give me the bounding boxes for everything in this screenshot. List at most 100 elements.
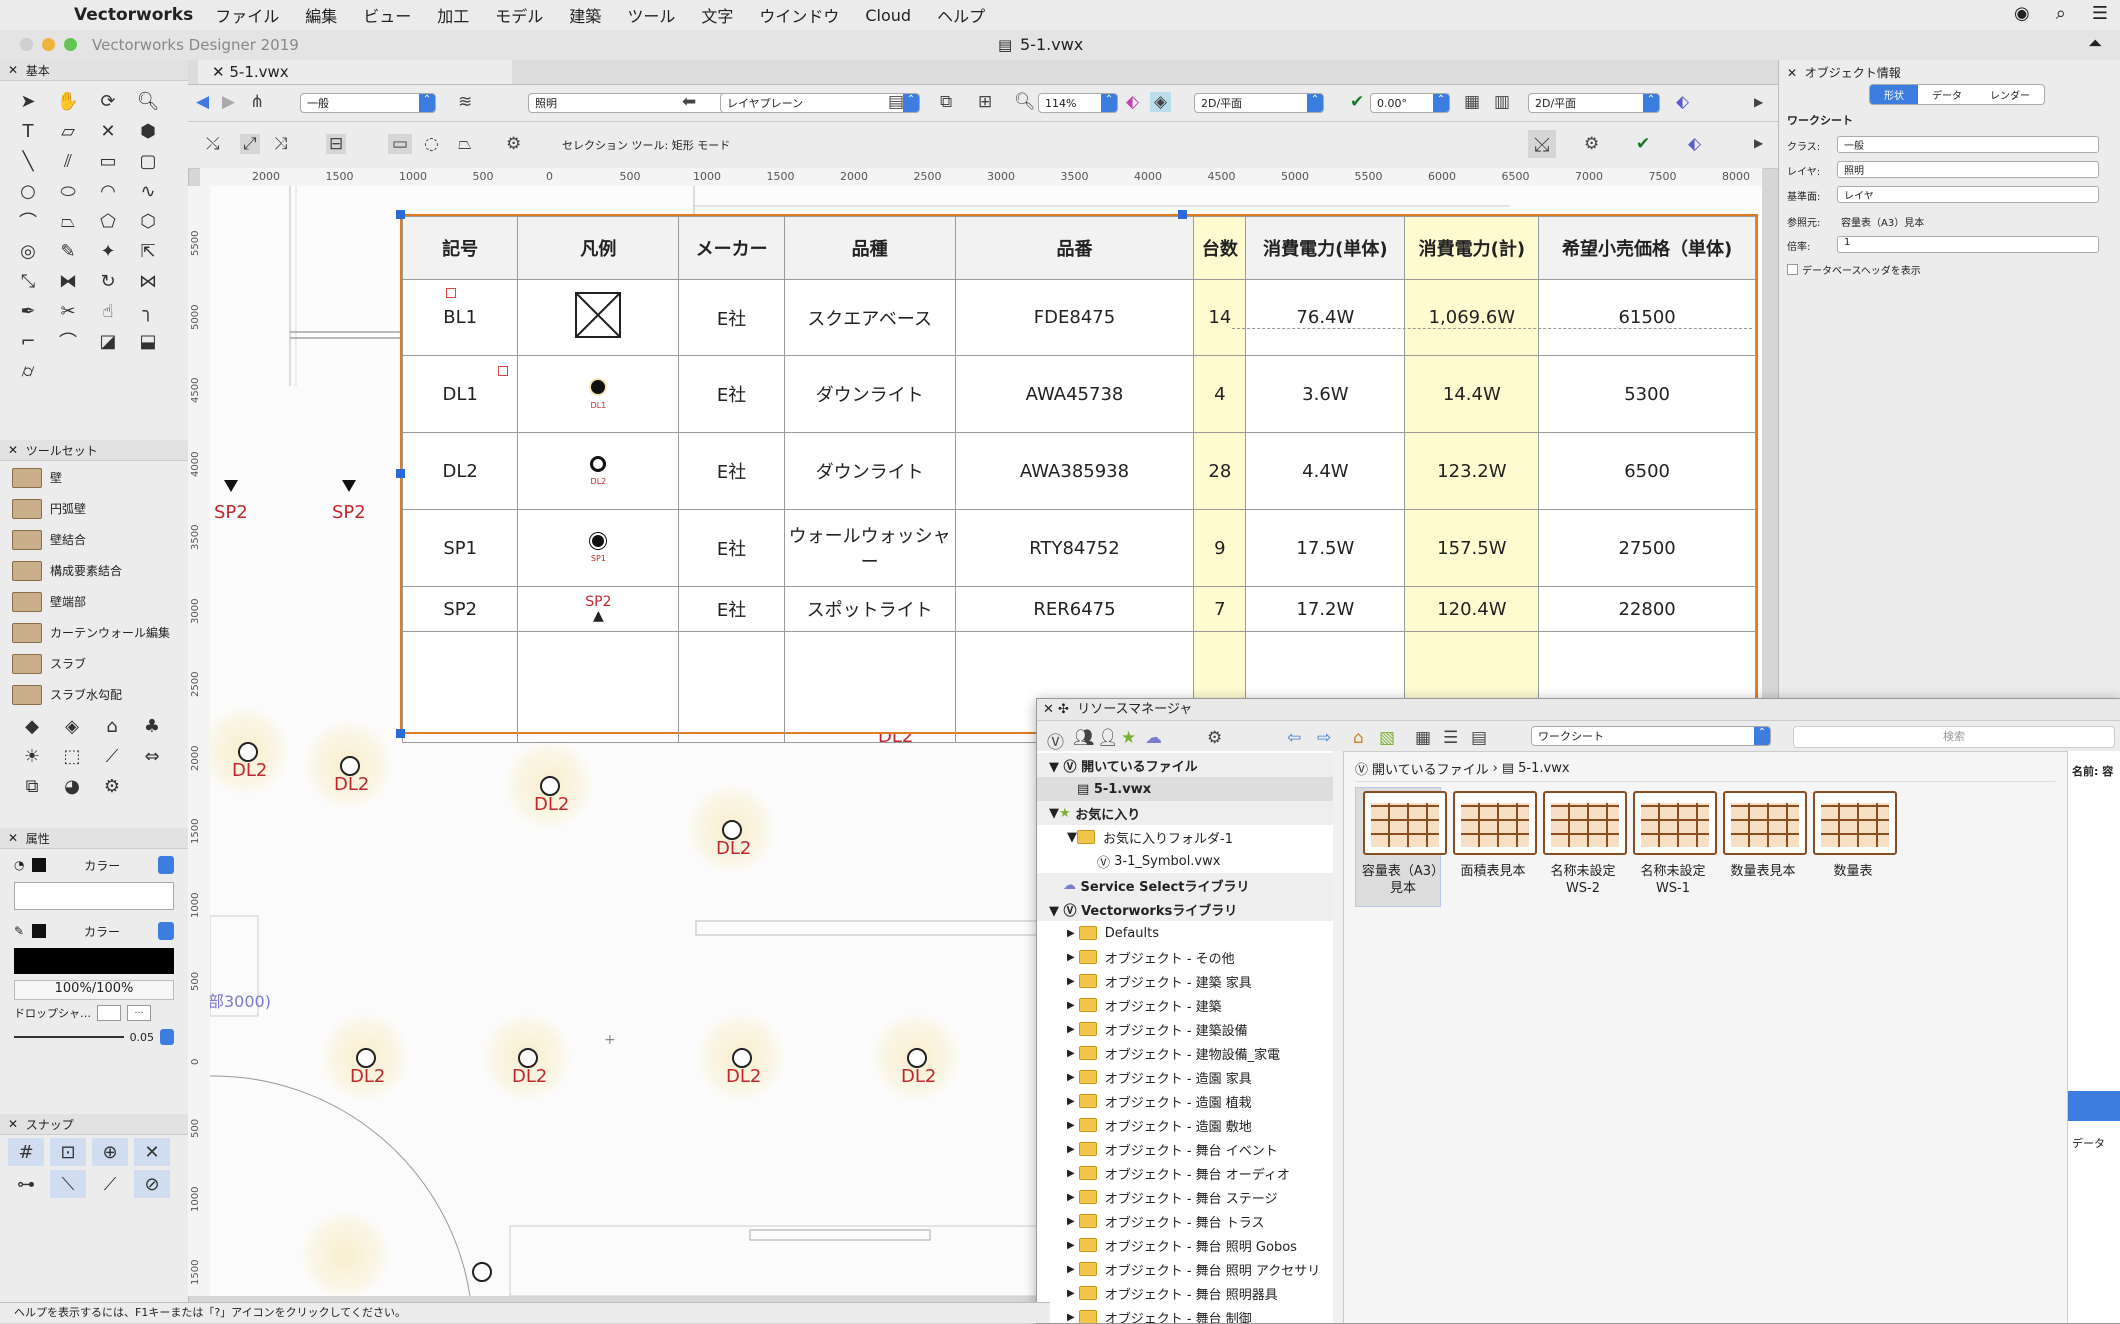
tree-item[interactable]: ☁ Service Selectライブラリ — [1037, 873, 1333, 897]
landscape-icon[interactable]: ◈ — [54, 712, 90, 740]
vectorworks-icon[interactable]: Ⓥ — [1047, 728, 1064, 753]
mode-disable-snap-icon[interactable]: ⤯ — [206, 134, 220, 154]
pen-type-dropdown[interactable] — [158, 922, 174, 940]
mode-rectangle-icon[interactable]: ▭ — [388, 134, 413, 154]
tab-5-1[interactable]: ✕ 5-1.vwx — [198, 60, 512, 84]
chevron-right-icon[interactable]: ▶ — [1067, 1072, 1075, 1083]
snap-angle-icon[interactable]: ⊕ — [92, 1138, 128, 1166]
pipe-icon[interactable]: ⟋ — [94, 742, 130, 770]
snap-edge-icon[interactable]: ⟋ — [92, 1170, 128, 1198]
tree-item[interactable]: ▶ オブジェクト - 造園 家具 — [1037, 1065, 1333, 1089]
render-mode-icon[interactable]: ▦ — [1464, 92, 1480, 112]
image-icon[interactable]: ▧ — [1379, 728, 1395, 748]
toolset-item-round-wall[interactable]: 円弧壁 — [0, 493, 180, 524]
selection-tool-icon[interactable]: ➤ — [10, 87, 46, 115]
back-icon[interactable]: ⇦ — [1287, 728, 1301, 748]
tree-item[interactable]: ▶ オブジェクト - 舞台 照明 Gobos — [1037, 1233, 1333, 1257]
snap-tangent-icon[interactable]: ⟍ — [50, 1170, 86, 1198]
chevron-right-icon[interactable]: ▶ — [1067, 1048, 1075, 1059]
downlight-symbol[interactable] — [540, 776, 560, 796]
menu-tools[interactable]: ツール — [627, 3, 675, 27]
planar-icon[interactable]: ⬖ — [1688, 134, 1701, 154]
eraser-tool-icon[interactable]: ◪ — [90, 327, 126, 355]
fill-type-dropdown[interactable] — [158, 856, 174, 874]
tree-item[interactable]: Ⓥ 3-1_Symbol.vwx — [1037, 849, 1333, 873]
oval-tool-icon[interactable]: ⬭ — [50, 177, 86, 205]
fill-preview[interactable] — [14, 882, 174, 910]
downlight-symbol[interactable] — [472, 1262, 492, 1282]
dims-icon[interactable]: ⇔ — [134, 742, 170, 770]
class-select[interactable]: 一般 — [300, 93, 436, 113]
line-tool-icon[interactable]: ╲ — [10, 147, 46, 175]
bell-icon[interactable]: ⏶ — [2088, 33, 2102, 54]
snap-intersection-icon[interactable]: ✕ — [134, 1138, 170, 1166]
mode-lasso-icon[interactable]: ◌ — [424, 134, 439, 154]
grid-view-icon[interactable]: ▦ — [1415, 728, 1431, 748]
menu-model[interactable]: モデル — [495, 3, 543, 27]
app-menu[interactable]: Vectorworks — [74, 5, 193, 25]
tree-item[interactable]: ▼ Ⓥ Vectorworksライブラリ — [1037, 897, 1333, 921]
tab-data[interactable]: データ — [1918, 85, 1976, 104]
dropshadow-options-button[interactable]: … — [127, 1005, 151, 1021]
polygon-tool-icon[interactable]: ⏢ — [50, 207, 86, 235]
split-tool-icon[interactable]: ☝ — [90, 297, 126, 325]
users-icon[interactable]: 👥︎ — [1073, 728, 1095, 748]
class-select[interactable]: 一般 — [1837, 136, 2099, 153]
menu-file[interactable]: ファイル — [215, 3, 279, 27]
light-icon[interactable]: ☀ — [14, 742, 50, 770]
lighting-icon[interactable]: ⬖ — [1676, 92, 1689, 112]
gear-settings-icon[interactable]: ⚙ — [1584, 134, 1599, 154]
zoom-icon[interactable]: 🔍︎ — [1014, 92, 1036, 112]
chevron-right-icon[interactable]: ▶ — [1067, 1144, 1075, 1155]
tree-item[interactable]: ▶ オブジェクト - 建築 — [1037, 993, 1333, 1017]
mode-single-object-icon[interactable]: ⤢ — [240, 134, 260, 154]
tree-item[interactable]: ▼ お気に入りフォルダ-1 — [1037, 825, 1333, 849]
menu-cloud[interactable]: Cloud — [865, 6, 911, 25]
layer-options-icon[interactable]: ⬅ — [682, 92, 696, 112]
table-row[interactable]: BL1 E社 スクエアベース FDE8475 14 76.4W 1,069.6W… — [401, 279, 1756, 356]
eyedropper-tool-icon[interactable]: ✎ — [50, 237, 86, 265]
chevron-right-icon[interactable]: ▶ — [1067, 928, 1075, 939]
gear-icon[interactable]: ⚙ — [94, 772, 130, 800]
locus-tool-icon[interactable]: ✕ — [90, 117, 126, 145]
chevron-right-icon[interactable]: ▶ — [1067, 1312, 1075, 1323]
worksheet[interactable]: 記号 凡例 メーカー 品種 品番 台数 消費電力(単体) 消費電力(計) 希望小… — [400, 214, 1758, 743]
tree-item[interactable]: ▶ オブジェクト - その他 — [1037, 945, 1333, 969]
tree-item[interactable]: ▶ Defaults — [1037, 921, 1333, 945]
rounded-rect-tool-icon[interactable]: ▢ — [130, 147, 166, 175]
chevron-right-icon[interactable]: ▶ — [1067, 1264, 1075, 1275]
db-header-checkbox[interactable] — [1787, 264, 1798, 275]
rotate-tool-icon[interactable]: ↻ — [90, 267, 126, 295]
worksheet-resource-icon[interactable] — [1453, 791, 1537, 855]
detail-view-icon[interactable]: ▤ — [1471, 728, 1487, 748]
flat-view-icon[interactable]: ◈ — [1150, 92, 1172, 112]
resource-item-label[interactable]: 数量表見本 — [1718, 863, 1808, 880]
resource-item-label[interactable]: 名称未設定 WS-1 — [1628, 863, 1718, 897]
chevron-right-icon[interactable]: ▶ — [1067, 1240, 1075, 1251]
double-polygon-tool-icon[interactable]: ⬠ — [90, 207, 126, 235]
resource-type-select[interactable]: ワークシート — [1531, 726, 1771, 746]
mirror-tool-icon[interactable]: ⧓ — [50, 267, 86, 295]
snap-distance-icon[interactable]: ⊶ — [8, 1170, 44, 1198]
chevron-right-icon[interactable]: ▶ — [1067, 1024, 1075, 1035]
pen-swatch[interactable] — [32, 924, 47, 938]
resource-item-label[interactable]: 名称未設定 WS-2 — [1538, 863, 1628, 897]
minimize-window-button[interactable] — [42, 38, 55, 51]
detail-icon[interactable]: ⧉ — [14, 772, 50, 800]
view-select[interactable]: 2D/平面 — [1194, 93, 1324, 113]
downlight-symbol[interactable] — [356, 1048, 376, 1068]
snap-check-icon[interactable]: ✔ — [1636, 134, 1650, 154]
chevron-right-icon[interactable]: ▶ — [1067, 1192, 1075, 1203]
3d-locus-tool-icon[interactable]: ⬢ — [130, 117, 166, 145]
chevron-right-icon[interactable]: ▶ — [1067, 1120, 1075, 1131]
tree-item[interactable]: ▶ オブジェクト - 舞台 照明 アクセサリ — [1037, 1257, 1333, 1281]
close-tab-icon[interactable]: ✕ — [212, 63, 225, 81]
record-icon[interactable]: ◉ — [2014, 3, 2030, 24]
search-input[interactable]: 検索 — [1793, 726, 2115, 748]
toolset-item-wall-end[interactable]: 壁端部 — [0, 586, 180, 617]
plane-select[interactable]: レイヤ — [1837, 186, 2099, 203]
double-line-tool-icon[interactable]: ⫽ — [50, 147, 86, 175]
downlight-symbol[interactable] — [518, 1048, 538, 1068]
forward-icon[interactable]: ▶ — [222, 92, 235, 112]
menu-help[interactable]: ヘルプ — [937, 3, 985, 27]
